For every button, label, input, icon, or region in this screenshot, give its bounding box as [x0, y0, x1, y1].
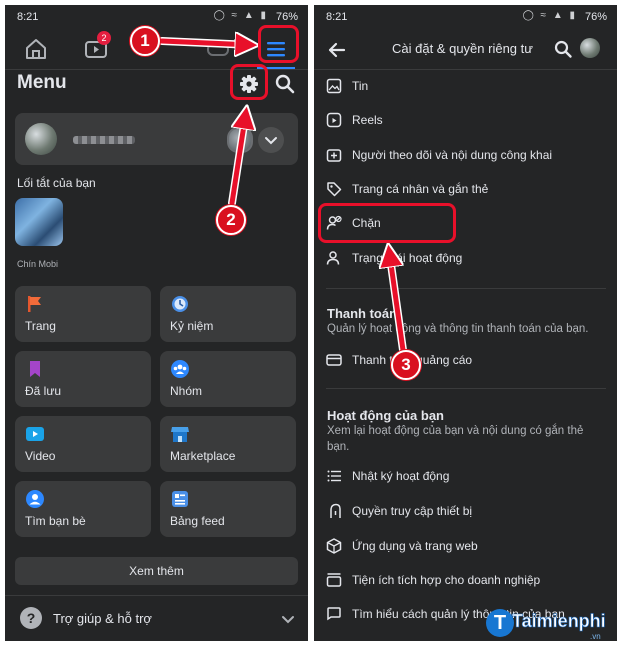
step-2-marker: 2 — [216, 205, 246, 235]
highlight-settings-button — [230, 64, 268, 100]
highlight-menu-tab — [258, 25, 299, 63]
logo-mark: T — [486, 609, 514, 637]
logo-text: Taimienphi — [512, 611, 606, 632]
arrow-3 — [389, 250, 406, 353]
step-3-marker: 3 — [391, 350, 421, 380]
arrow-2 — [229, 112, 246, 206]
logo-suffix: .vn — [590, 632, 601, 641]
step-1-marker: 1 — [130, 26, 160, 56]
annotation-arrows — [158, 0, 407, 354]
highlight-blocking-row — [318, 203, 456, 243]
watermark-logo: T Taimienphi .vn — [486, 607, 616, 643]
